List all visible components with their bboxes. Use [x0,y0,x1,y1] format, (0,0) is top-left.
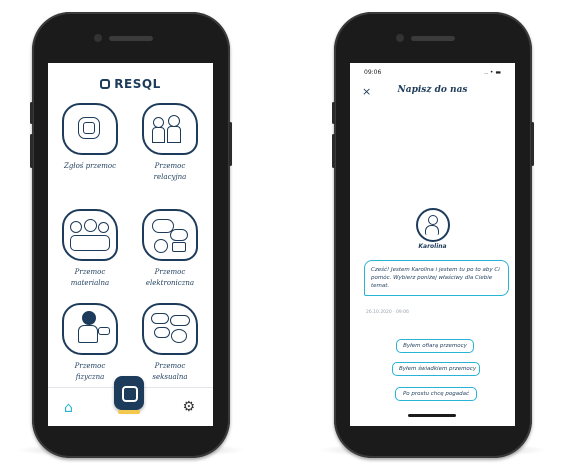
speaker-grille [109,36,153,41]
option-witness-button[interactable]: Byłem świadkiem przemocy [392,362,480,376]
home-icon[interactable]: ⌂ [64,400,73,416]
tile-label: Przemoc relacyjna [153,162,187,181]
material-illustration-icon [62,209,118,261]
side-button [30,134,33,168]
electronic-illustration-icon [142,209,198,261]
brand-name: RESQL [114,77,161,91]
message-bubble: Cześć! Jestem Karolina i jestem tu po to… [364,260,509,296]
sexual-illustration-icon [142,303,198,355]
tile-label: Przemoc fizyczna [74,362,106,381]
side-button [229,122,232,166]
tile-label: Przemoc seksualna [152,362,188,381]
home-indicator [408,414,456,417]
status-bar: 09:06 .. • ▬ [364,69,501,76]
side-button [332,102,335,124]
front-camera [396,34,404,42]
report-illustration-icon [62,103,118,155]
signal-wifi-battery-icon: .. • ▬ [484,69,501,76]
tile-label: Przemoc elektroniczna [145,268,195,287]
home-screen: RESQL Zgłoś przemoc Przemoc relacyjna Pr… [48,63,213,426]
tile-material-violence[interactable]: Przemoc materialna [60,209,120,289]
front-camera [94,34,102,42]
tile-electronic-violence[interactable]: Przemoc elektroniczna [140,209,200,289]
tile-report-violence[interactable]: Zgłoś przemoc [60,103,120,172]
tile-label: Zgłoś przemoc [63,162,117,170]
app-logo: RESQL [48,77,213,91]
tile-sexual-violence[interactable]: Przemoc seksualna [140,303,200,383]
side-button [30,102,33,124]
side-button [332,134,335,168]
option-just-talk-button[interactable]: Po prostu chcę pogadać [395,387,477,401]
avatar [416,208,450,242]
gear-icon[interactable]: ⚙ [182,399,195,415]
tile-relational-violence[interactable]: Przemoc relacyjna [140,103,200,183]
page-title: Napisz do nas [397,85,468,95]
resql-tab-button[interactable] [114,376,144,414]
side-button [531,122,534,166]
speaker-grille [411,36,455,41]
relational-illustration-icon [142,103,198,155]
resql-icon [122,386,138,402]
agent-name: Karolina [418,243,447,250]
left-phone: RESQL Zgłoś przemoc Przemoc relacyjna Pr… [30,12,232,458]
right-phone: 09:06 .. • ▬ × Napisz do nas Karolina Cz… [332,12,534,458]
bottom-tab-bar: ⌂ ⚙ [48,376,213,426]
option-victim-button[interactable]: Byłem ofiarą przemocy [396,339,474,353]
tile-label: Przemoc materialna [70,268,110,287]
chat-screen: 09:06 .. • ▬ × Napisz do nas Karolina Cz… [350,63,515,426]
chat-header: × Napisz do nas [350,85,515,103]
physical-illustration-icon [62,303,118,355]
tile-physical-violence[interactable]: Przemoc fizyczna [60,303,120,383]
active-indicator [118,410,140,414]
resql-logo-icon [100,79,111,89]
message-timestamp: 26.10.2020 · 09:06 [366,310,410,315]
status-time: 09:06 [364,69,382,76]
